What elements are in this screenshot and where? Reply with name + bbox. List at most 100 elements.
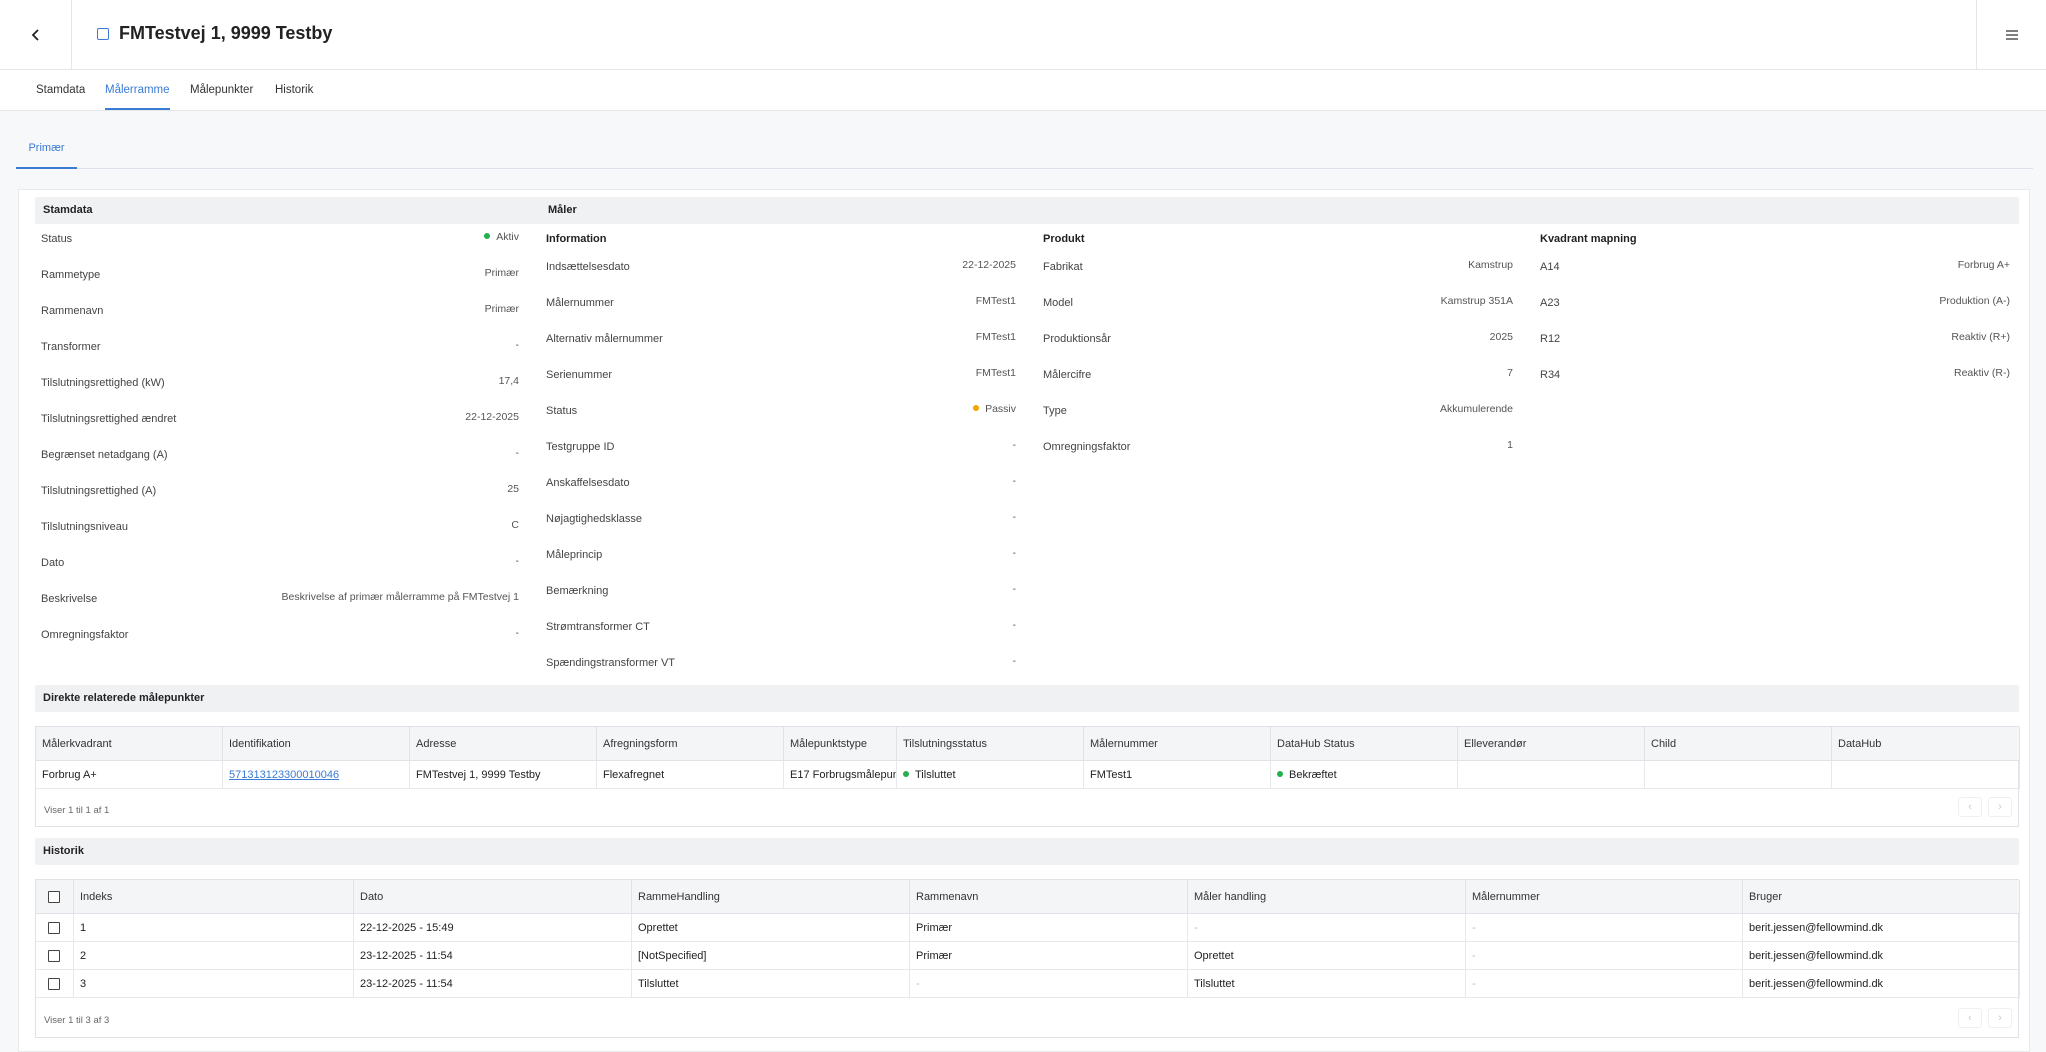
kvadrant-row-value-text: Produktion (A-) [1939, 295, 2010, 307]
table-cell: - [1466, 970, 1743, 998]
column-header[interactable]: DataHub Status [1271, 727, 1458, 761]
row-checkbox[interactable] [48, 950, 60, 962]
hamburger-menu-icon [2005, 30, 2018, 40]
identifikation-link[interactable]: 571313123300010046 [229, 769, 339, 781]
information-row-value-text: - [1012, 511, 1017, 523]
prev-page-button[interactable]: ‹ [1958, 1008, 1982, 1028]
column-header[interactable]: Måler handling [1188, 880, 1466, 914]
historik-table: Indeks Dato RammeHandling Rammenavn Måler ha… [35, 879, 2020, 1038]
back-button[interactable] [0, 0, 72, 70]
produkt-row-label: Målercifre [1043, 369, 1092, 381]
table-cell: Oprettet [632, 914, 910, 942]
column-header[interactable]: Bruger [1743, 880, 2020, 914]
column-header[interactable]: DataHub [1832, 727, 2020, 761]
table-cell: Primær [910, 914, 1188, 942]
tab-historik[interactable]: Historik [275, 70, 313, 110]
kvadrant-row-label: A23 [1540, 297, 1560, 309]
table-cell: - [1466, 914, 1743, 942]
table-cell: 22-12-2025 - 15:49 [354, 914, 632, 942]
cell-text: Tilsluttet [915, 769, 956, 781]
stamdata-row-label: Beskrivelse [41, 593, 98, 605]
row-select-cell [36, 914, 74, 942]
status-dot-icon [1277, 771, 1283, 778]
information-row-label: Spændingstransformer VT [546, 657, 675, 669]
kvadrant-row-value: Reaktiv (R+) [1951, 331, 2010, 343]
produkt-row-value: 7 [1507, 367, 1513, 379]
produkt-row-value: 1 [1507, 439, 1513, 451]
table-cell: Tilsluttet [1188, 970, 1466, 998]
kvadrant-row-value-text: Forbrug A+ [1957, 259, 2010, 271]
row-select-cell [36, 970, 74, 998]
table-cell: 23-12-2025 - 11:54 [354, 970, 632, 998]
information-row-value-text: FMTest1 [975, 367, 1016, 379]
content-panel: Stamdata Status Aktiv Rammetype Primær Ramme… [18, 189, 2030, 1052]
information-row-value-text: - [1012, 619, 1017, 631]
column-header[interactable]: Målernummer [1084, 727, 1271, 761]
column-header[interactable]: Rammenavn [910, 880, 1188, 914]
produkt-row-label: Fabrikat [1043, 261, 1083, 273]
stamdata-row-value: - [516, 555, 520, 567]
stamdata-row-label: Tilslutningsrettighed ændret [41, 413, 177, 425]
column-header[interactable]: Tilslutningsstatus [897, 727, 1084, 761]
information-row-value: - [1013, 475, 1017, 487]
produkt-row-label: Produktionsår [1043, 333, 1111, 345]
table-footer-text: Viser 1 til 3 af 3 [44, 1015, 110, 1026]
information-row-value: FMTest1 [976, 331, 1016, 343]
information-row-label: Nøjagtighedsklasse [546, 513, 642, 525]
column-header[interactable]: Dato [354, 880, 632, 914]
kvadrant-row-value: Reaktiv (R-) [1954, 367, 2010, 379]
cell-text: Forbrug A+ [42, 769, 97, 781]
tab-malepunkter[interactable]: Målepunkter [190, 70, 253, 110]
information-row-label: Testgruppe ID [546, 441, 615, 453]
table-cell [1458, 761, 1645, 789]
tab-stamdata[interactable]: Stamdata [36, 70, 85, 110]
column-header[interactable]: Adresse [410, 727, 597, 761]
column-header[interactable]: Indeks [74, 880, 354, 914]
column-header[interactable]: Målepunktstype [784, 727, 897, 761]
information-row-value: 22-12-2025 [962, 259, 1016, 271]
stamdata-row-value-text: Aktiv [496, 231, 519, 243]
next-page-button[interactable]: › [1988, 1008, 2012, 1028]
select-all-checkbox[interactable] [48, 891, 60, 903]
produkt-heading: Produkt [1043, 233, 1085, 245]
status-dot-icon [903, 771, 909, 778]
kvadrant-row-label: A14 [1540, 261, 1560, 273]
page-title: FMTestvej 1, 9999 Testby [119, 23, 333, 43]
table-cell: [NotSpecified] [632, 942, 910, 970]
status-dot-icon [973, 405, 980, 412]
row-checkbox[interactable] [48, 978, 60, 990]
row-checkbox[interactable] [48, 922, 60, 934]
column-header[interactable]: Child [1645, 727, 1832, 761]
stamdata-row-value: Aktiv [484, 231, 519, 243]
table-cell: 3 [74, 970, 354, 998]
information-row-value: - [1013, 511, 1017, 523]
menu-button[interactable] [1976, 0, 2046, 70]
information-row-value: Passiv [973, 403, 1016, 415]
prev-page-button[interactable]: ‹ [1958, 797, 1982, 817]
information-row-label: Serienummer [546, 369, 613, 381]
column-header[interactable]: Afregningsform [597, 727, 784, 761]
kvadrant-row-label: R34 [1540, 369, 1561, 381]
status-dot-icon [484, 233, 491, 240]
subtab-primaer[interactable]: Primær [16, 128, 77, 169]
produkt-row-value-text: 1 [1507, 439, 1513, 451]
stamdata-row-label: Status [41, 233, 73, 245]
information-row-value-text: - [1012, 655, 1017, 667]
table-cell: berit.jessen@fellowmind.dk [1743, 914, 2020, 942]
column-header[interactable]: RammeHandling [632, 880, 910, 914]
column-header[interactable]: Identifikation [223, 727, 410, 761]
next-page-button[interactable]: › [1988, 797, 2012, 817]
stamdata-row-label: Tilslutningsrettighed (A) [41, 485, 157, 497]
information-row-label: Strømtransformer CT [546, 621, 650, 633]
tab-malerramme[interactable]: Målerramme [105, 70, 170, 110]
stamdata-row-value: Beskrivelse af primær målerramme på FMTe… [282, 591, 519, 603]
column-header[interactable]: Målernummer [1466, 880, 1743, 914]
stamdata-row-label: Tilslutningsrettighed (kW) [41, 377, 165, 389]
historik-heading: Historik [35, 838, 2019, 865]
table-cell: E17 Forbrugsmålepunkt [784, 761, 897, 789]
column-header[interactable]: Målerkvadrant [36, 727, 223, 761]
column-header[interactable]: Elleverandør [1458, 727, 1645, 761]
cell-text: Bekræftet [1289, 769, 1337, 781]
table-cell [1832, 761, 2020, 789]
kvadrant-row-label: R12 [1540, 333, 1561, 345]
